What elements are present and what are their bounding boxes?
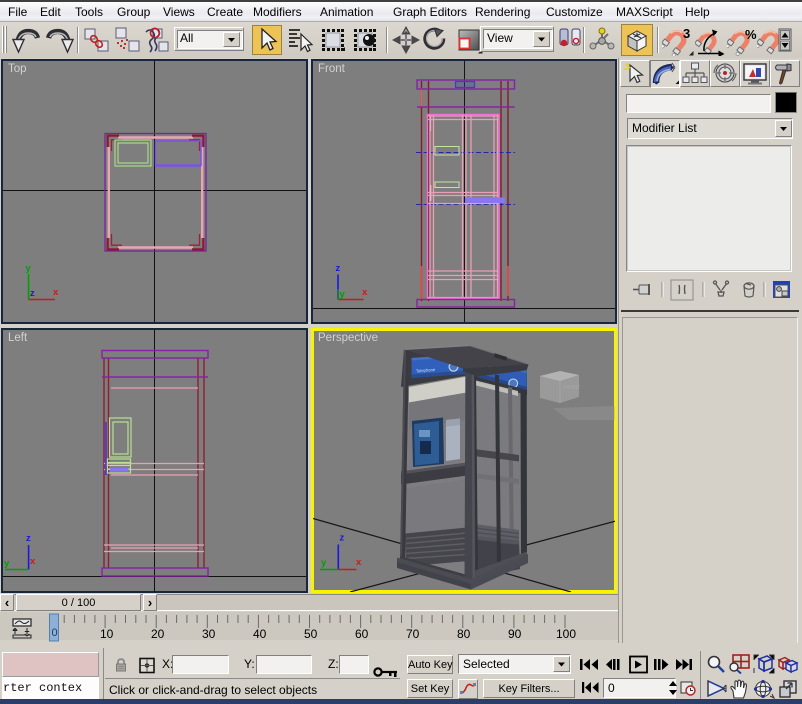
svg-text:70: 70 — [406, 627, 420, 641]
svg-text:FRONT: FRONT — [563, 385, 580, 391]
svg-text:z: z — [26, 533, 31, 544]
svg-text:100: 100 — [556, 627, 576, 641]
svg-text:0: 0 — [52, 627, 58, 639]
svg-text:x: x — [53, 287, 59, 298]
svg-text:90: 90 — [508, 627, 522, 641]
svg-text:20: 20 — [151, 627, 165, 641]
svg-text:60: 60 — [355, 627, 369, 641]
svg-text:z: z — [30, 288, 35, 299]
svg-text:z: z — [340, 533, 345, 544]
svg-text:10: 10 — [100, 627, 114, 641]
svg-text:80: 80 — [457, 627, 471, 641]
svg-text:%: % — [745, 27, 757, 42]
svg-text:LIST: LIST — [544, 386, 555, 392]
svg-text:y: y — [321, 558, 327, 569]
svg-text:x: x — [362, 287, 368, 298]
svg-text:40: 40 — [253, 627, 267, 641]
svg-text:50: 50 — [304, 627, 318, 641]
svg-text:x: x — [356, 557, 362, 568]
svg-text:x: x — [30, 556, 36, 567]
svg-text:30: 30 — [202, 627, 216, 641]
svg-text:z: z — [336, 263, 341, 274]
svg-text:y: y — [340, 289, 346, 300]
svg-text:y: y — [26, 263, 32, 274]
svg-text:y: y — [4, 558, 10, 569]
svg-text:3: 3 — [683, 26, 690, 41]
